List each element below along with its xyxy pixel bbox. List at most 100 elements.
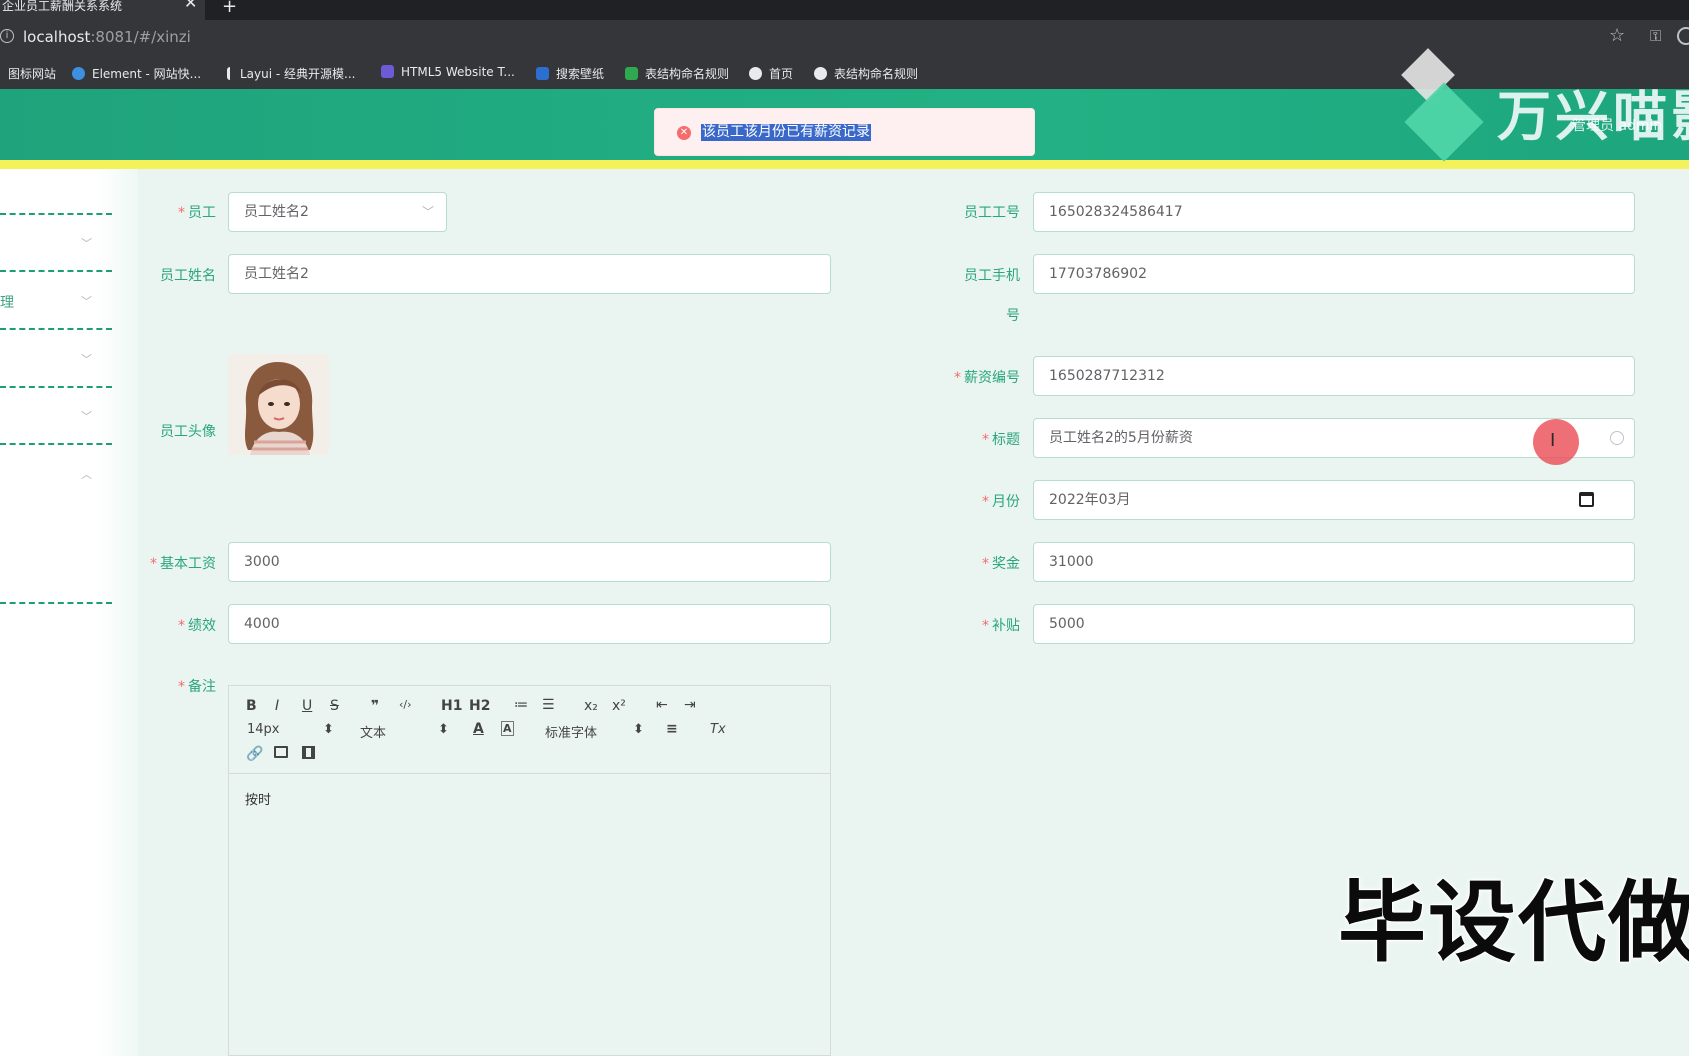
video-icon[interactable] <box>302 746 315 759</box>
base-salary-label: * 基本工资 <box>150 556 216 572</box>
sidebar-divider <box>0 270 112 272</box>
error-circle-icon: ✕ <box>677 126 691 140</box>
employee-label: * 员工 <box>178 205 216 221</box>
performance-field[interactable]: 4000 <box>228 604 831 644</box>
employee-select-value: 员工姓名2 <box>244 204 309 220</box>
error-message: ✕ 该员工该月份已有薪资记录 <box>654 108 1035 156</box>
editor-toolbar: B I U S ❞ ‹/› H1 H2 ≔ ☰ x₂ x² ⇤ ⇥ 14px ⬍ … <box>229 686 830 774</box>
phone-label-wrap: 号 <box>1006 308 1020 324</box>
link-icon[interactable]: 🔗 <box>246 746 263 762</box>
employee-select[interactable]: 员工姓名2 ﹀ <box>228 192 447 232</box>
italic-button[interactable]: I <box>275 698 279 714</box>
underline-button[interactable]: U <box>302 698 312 714</box>
watermark-brand: 万兴喵影 <box>1497 85 1689 148</box>
h1-button[interactable]: H1 <box>441 698 462 714</box>
bookmark-label: 搜索壁纸 <box>556 67 605 81</box>
bookmark-item[interactable]: Element - 网站快... <box>72 65 201 82</box>
code-button[interactable]: ‹/› <box>399 698 412 711</box>
allowance-field[interactable]: 5000 <box>1033 604 1635 644</box>
rich-text-editor[interactable]: B I U S ❞ ‹/› H1 H2 ≔ ☰ x₂ x² ⇤ ⇥ 14px ⬍ … <box>228 685 831 1056</box>
h2-button[interactable]: H2 <box>469 698 490 714</box>
chevron-down-icon[interactable]: ﹀ <box>81 293 92 309</box>
error-message-text: 该员工该月份已有薪资记录 <box>701 124 871 141</box>
bookmark-item[interactable]: 搜索壁纸 <box>536 65 604 82</box>
calendar-icon[interactable] <box>1579 492 1594 507</box>
site-info-icon[interactable]: i <box>0 29 14 43</box>
bonus-label: * 奖金 <box>982 556 1020 572</box>
bookmark-label: Layui - 经典开源模... <box>240 67 356 81</box>
tab-close-icon[interactable]: ✕ <box>184 0 197 11</box>
employee-no-field[interactable]: 165028324586417 <box>1033 192 1635 232</box>
bookmark-item[interactable]: 表结构命名规则 <box>625 65 729 82</box>
globe-icon <box>814 67 827 80</box>
bonus-field[interactable]: 31000 <box>1033 542 1635 582</box>
month-label: * 月份 <box>982 494 1020 510</box>
profile-icon[interactable] <box>1677 27 1689 45</box>
quote-button[interactable]: ❞ <box>371 698 379 714</box>
text-cursor-icon: I <box>1550 430 1556 451</box>
chevron-down-icon[interactable]: ﹀ <box>81 351 92 367</box>
password-key-icon[interactable]: ⚿ <box>1650 27 1661 45</box>
subscript-button[interactable]: x₂ <box>584 698 598 714</box>
bookmark-item[interactable]: Layui - 经典开源模... <box>227 65 355 82</box>
select-arrows-icon: ⬍ <box>633 722 644 737</box>
font-family-select[interactable]: 标准字体 ⬍ <box>545 722 644 741</box>
element-logo-icon <box>72 67 85 80</box>
block-format-select[interactable]: 文本 ⬍ <box>360 722 449 741</box>
title-field-value: 员工姓名2的5月份薪资 <box>1049 430 1193 446</box>
bullet-list-button[interactable]: ☰ <box>542 697 555 713</box>
sidebar-divider <box>0 386 112 388</box>
cursor-highlight <box>1533 419 1579 465</box>
employee-no-label: 员工工号 <box>964 205 1020 221</box>
url-input[interactable]: localhost:8081/#/xinzi <box>23 28 191 46</box>
clear-icon[interactable] <box>1610 431 1624 445</box>
bookmark-item[interactable]: 图标网站 <box>8 65 56 82</box>
tab-title: 企业员工薪酬关系系统 <box>2 0 123 13</box>
salary-no-field[interactable]: 1650287712312 <box>1033 356 1635 396</box>
bookmark-item[interactable]: 表结构命名规则 <box>814 65 918 82</box>
employee-name-field[interactable]: 员工姓名2 <box>228 254 831 294</box>
month-picker-value: 2022年03月 <box>1049 492 1131 508</box>
image-icon[interactable] <box>274 746 288 758</box>
chevron-down-icon[interactable]: ﹀ <box>81 235 92 251</box>
outdent-button[interactable]: ⇤ <box>656 697 668 713</box>
background-color-button[interactable]: A <box>501 721 514 736</box>
globe-icon <box>749 67 762 80</box>
bold-button[interactable]: B <box>246 698 257 714</box>
header-accent-line <box>0 160 1689 169</box>
font-color-button[interactable]: A <box>473 721 484 737</box>
remark-label: * 备注 <box>178 679 216 695</box>
month-picker[interactable]: 2022年03月 <box>1033 480 1635 520</box>
sidebar-divider <box>0 328 112 330</box>
chevron-down-icon[interactable]: ﹀ <box>81 408 92 424</box>
bookmark-item[interactable]: 首页 <box>749 65 793 82</box>
base-salary-field[interactable]: 3000 <box>228 542 831 582</box>
editor-content[interactable]: 按时 <box>245 789 271 808</box>
bookmark-label: 表结构命名规则 <box>645 67 730 81</box>
sidebar-divider <box>0 213 112 215</box>
bookmark-label: Element - 网站快... <box>92 67 202 81</box>
browser-tab[interactable]: 企业员工薪酬关系系统 ✕ <box>0 0 205 20</box>
sidebar-divider <box>0 602 112 604</box>
avatar[interactable] <box>228 354 329 455</box>
sheet-logo-icon <box>625 67 638 80</box>
chevron-up-icon[interactable]: ︿ <box>81 466 92 482</box>
avatar-label: 员工头像 <box>160 424 216 440</box>
performance-label: * 绩效 <box>178 618 216 634</box>
allowance-label: * 补贴 <box>982 618 1020 634</box>
font-size-select[interactable]: 14px ⬍ <box>247 722 334 737</box>
new-tab-icon[interactable]: + <box>222 0 237 17</box>
strike-button[interactable]: S <box>330 698 339 714</box>
bookmark-item[interactable]: HTML5 Website T... <box>381 65 515 79</box>
browser-tab-bar: 企业员工薪酬关系系统 ✕ + <box>0 0 1689 20</box>
bookmark-label: 表结构命名规则 <box>834 67 919 81</box>
ordered-list-button[interactable]: ≔ <box>514 697 528 713</box>
indent-button[interactable]: ⇥ <box>684 697 696 713</box>
bookmark-star-icon[interactable]: ☆ <box>1609 25 1625 46</box>
superscript-button[interactable]: x² <box>612 698 626 714</box>
align-button[interactable]: ≡ <box>666 721 678 737</box>
sidebar-item-label[interactable]: 理 <box>0 292 14 312</box>
phone-field[interactable]: 17703786902 <box>1033 254 1635 294</box>
clean-format-button[interactable]: Tx <box>710 722 726 737</box>
chevron-down-icon: ﹀ <box>421 205 434 219</box>
